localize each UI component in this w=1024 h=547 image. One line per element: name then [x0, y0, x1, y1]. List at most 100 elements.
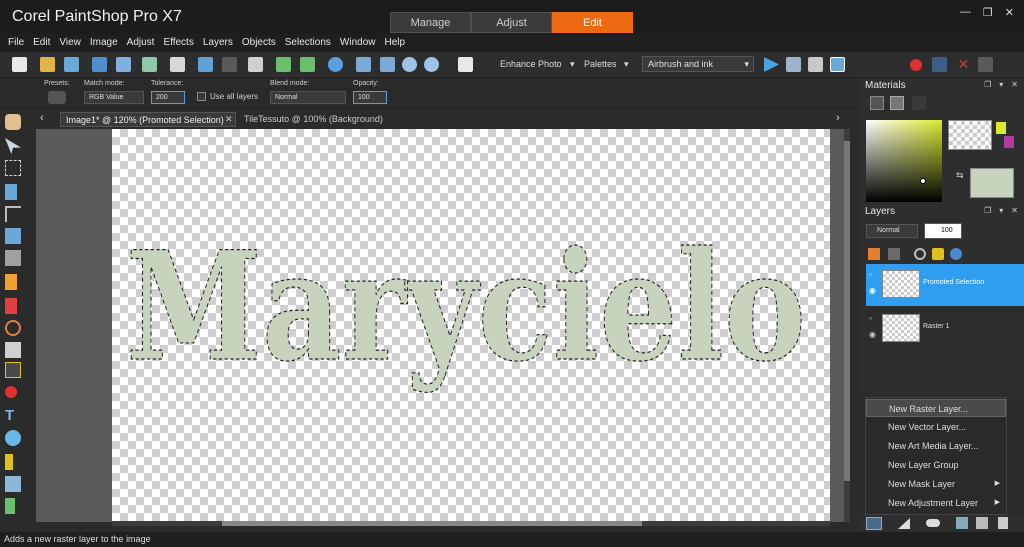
visibility-eye-icon[interactable]: ◉ [869, 286, 876, 295]
vertical-scrollbar[interactable] [844, 129, 850, 522]
menu-item-new-adjustment-layer[interactable]: New Adjustment Layer ▶ [866, 494, 1006, 512]
clone-brush-icon[interactable] [5, 320, 21, 336]
open-folder-icon[interactable] [40, 57, 55, 72]
record-icon[interactable] [910, 59, 922, 71]
menu-view[interactable]: View [59, 34, 81, 52]
new-layer-icon[interactable] [866, 517, 882, 530]
background-swatch[interactable] [970, 168, 1014, 198]
tab-edit[interactable]: Edit [552, 12, 633, 33]
tab-tiletessuto[interactable]: TileTessuto @ 100% (Background) [239, 112, 388, 127]
straighten-icon[interactable] [5, 228, 21, 244]
adjustment-layer-icon[interactable] [898, 518, 910, 529]
menu-edit[interactable]: Edit [33, 34, 50, 52]
presets-icon[interactable] [48, 91, 66, 104]
fit-image-icon[interactable] [380, 57, 395, 72]
restore-icon[interactable]: ❐ [983, 6, 993, 19]
script-output-icon[interactable] [830, 57, 845, 72]
image-canvas[interactable]: Marycielo [112, 129, 830, 522]
tab-adjust[interactable]: Adjust [471, 12, 552, 33]
chevron-down-icon[interactable]: ▾ [999, 206, 1003, 215]
rotate-right-icon[interactable] [300, 57, 315, 72]
match-mode-select[interactable]: RGB Value [84, 91, 144, 104]
restore-icon[interactable]: ❐ [984, 80, 991, 89]
play-icon[interactable] [764, 57, 779, 72]
merge-icon[interactable] [956, 517, 968, 529]
close-icon[interactable]: ✕ [1011, 80, 1018, 89]
use-all-layers-checkbox[interactable] [197, 92, 206, 101]
brush-layer-icon[interactable] [868, 248, 880, 260]
zoom-out-icon[interactable] [402, 57, 417, 72]
stop-icon[interactable]: ✕ [956, 57, 971, 72]
eraser-icon[interactable] [5, 342, 21, 358]
menu-item-new-layer-group[interactable]: New Layer Group [866, 456, 1006, 474]
menu-selections[interactable]: Selections [285, 34, 331, 52]
crop-icon[interactable] [5, 206, 21, 222]
menu-layers[interactable]: Layers [203, 34, 233, 52]
layer-blend-select[interactable]: Normal [866, 224, 918, 238]
flood-fill-icon[interactable] [5, 362, 21, 378]
mesh-warp-icon[interactable] [5, 476, 21, 492]
new-file-icon[interactable] [12, 57, 27, 72]
pause-icon[interactable] [932, 57, 947, 72]
menu-image[interactable]: Image [90, 34, 118, 52]
chevron-left-icon[interactable]: ‹ [40, 112, 44, 124]
dropper-icon[interactable] [5, 184, 17, 200]
close-icon[interactable]: ✕ [225, 114, 233, 125]
lock-icon[interactable] [932, 248, 944, 260]
layer-row[interactable]: ▫ ◉ Promoted Selection [866, 264, 1024, 306]
minimize-icon[interactable]: — [960, 6, 971, 19]
resize-icon[interactable] [248, 57, 263, 72]
foreground-swatch[interactable] [948, 120, 992, 150]
info-icon[interactable] [328, 57, 343, 72]
preset-shape-icon[interactable] [5, 430, 21, 446]
link-icon[interactable] [914, 248, 926, 260]
horizontal-scrollbar[interactable] [112, 521, 830, 526]
browse-icon[interactable] [64, 57, 79, 72]
menu-item-new-art-media-layer[interactable]: New Art Media Layer... [866, 437, 1006, 455]
close-icon[interactable]: ✕ [1011, 206, 1018, 215]
script-run-icon[interactable] [786, 57, 801, 72]
opacity-input[interactable]: 100 [353, 91, 387, 104]
close-icon[interactable]: ✕ [1005, 6, 1014, 19]
save-icon[interactable] [92, 57, 107, 72]
save-as-icon[interactable] [116, 57, 131, 72]
tab-manage[interactable]: Manage [390, 12, 471, 33]
blend-mode-select[interactable]: Normal [270, 91, 346, 104]
properties-icon[interactable] [950, 248, 962, 260]
text-tool-icon[interactable]: T [5, 408, 21, 424]
color-picker-field[interactable] [866, 120, 942, 202]
menu-file[interactable]: File [8, 34, 24, 52]
chevron-down-icon[interactable]: ▾ [570, 59, 575, 70]
menu-adjust[interactable]: Adjust [127, 34, 155, 52]
tab-image1[interactable]: Image1* @ 120% (Promoted Selection) [60, 112, 236, 127]
menu-item-new-vector-layer[interactable]: New Vector Layer... [866, 418, 1006, 436]
selection-icon[interactable] [5, 160, 21, 176]
layer-row[interactable]: ▫ ◉ Raster 1 [866, 308, 1024, 350]
enhance-photo-button[interactable]: Enhance Photo [500, 59, 562, 69]
swap-colors-icon[interactable]: ⇆ [956, 170, 964, 181]
background-color-chip[interactable] [1004, 136, 1014, 148]
fit-window-icon[interactable] [356, 57, 371, 72]
chevron-down-icon[interactable]: ▾ [624, 59, 629, 70]
undo-icon[interactable] [198, 57, 213, 72]
airbrush-icon[interactable] [5, 298, 17, 314]
pan-hand-icon[interactable] [5, 114, 21, 130]
redo-icon[interactable] [222, 57, 237, 72]
menu-objects[interactable]: Objects [242, 34, 276, 52]
print-icon[interactable] [170, 57, 185, 72]
foreground-color-chip[interactable] [996, 122, 1006, 134]
chevron-down-icon[interactable]: ▾ [999, 80, 1003, 89]
duplicate-icon[interactable] [976, 517, 988, 529]
horizontal-scroll-thumb[interactable] [222, 521, 642, 526]
copy-icon[interactable] [458, 57, 473, 72]
visibility-eye-icon[interactable]: ◉ [869, 330, 876, 339]
menu-help[interactable]: Help [384, 34, 405, 52]
restore-icon[interactable]: ❐ [984, 206, 991, 215]
vertical-scroll-thumb[interactable] [844, 141, 850, 481]
trash-icon[interactable] [998, 517, 1008, 529]
menu-item-new-raster-layer[interactable]: New Raster Layer... [866, 399, 1006, 417]
expand-icon[interactable]: ▫ [869, 314, 872, 323]
pick-arrow-icon[interactable] [5, 138, 21, 154]
layer-opacity-input[interactable]: 100 [924, 223, 962, 239]
tolerance-input[interactable]: 200 [151, 91, 185, 104]
